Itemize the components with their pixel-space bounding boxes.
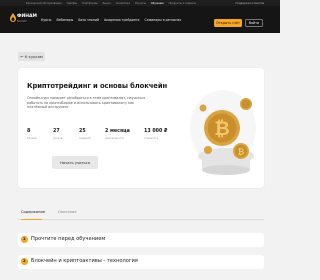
stat-label: блоков: [27, 136, 37, 140]
topbar-link[interactable]: Платформы: [82, 2, 98, 5]
topbar-link[interactable]: Рынок: [103, 2, 111, 5]
topbar-link-active[interactable]: Обучение: [151, 2, 164, 5]
section-title: Прочтите перед обучением: [31, 235, 106, 242]
stat-lessons: 27 уроков: [53, 129, 62, 140]
nav-item-knowledge-base[interactable]: База знаний: [78, 18, 99, 22]
stat-value: 27: [53, 129, 60, 134]
stat-value: 8: [27, 129, 31, 134]
nav-item-courses[interactable]: Курсы: [41, 18, 51, 22]
back-to-courses-button[interactable]: ← К курсам: [18, 52, 45, 61]
svg-text:₿: ₿: [214, 118, 229, 140]
stat-label: длительность: [105, 136, 125, 140]
section-number-badge: 2: [21, 258, 28, 265]
stat-tasks: 25 заданий: [79, 129, 90, 140]
section-row[interactable]: 1 Прочтите перед обучением: [18, 233, 264, 247]
stat-label: стоимость: [144, 136, 159, 140]
topbar-link[interactable]: Ресурсы: [135, 2, 146, 5]
topbar-link[interactable]: Аналитика: [116, 2, 130, 5]
content-tabs: Содержание Описание: [18, 208, 264, 220]
login-button[interactable]: Войти: [245, 19, 263, 27]
stat-value: 13 000 ₽: [144, 129, 168, 134]
stat-label: уроков: [53, 136, 63, 140]
logo-subtitle: БРОКЕР: [17, 20, 27, 23]
tab-contents[interactable]: Содержание: [21, 210, 45, 214]
nav-item-webinars[interactable]: Вебинары: [56, 18, 73, 22]
course-card: Криптотрейдинг и основы блокчейн Онлайн-…: [18, 68, 264, 188]
start-learning-button[interactable]: Начать учиться: [52, 156, 98, 169]
stat-value: 2 месяца: [105, 129, 130, 134]
course-title: Криптотрейдинг и основы блокчейн: [27, 82, 168, 90]
stat-duration: 2 месяца длительность: [105, 129, 130, 140]
finam-logo-icon: [10, 13, 16, 22]
stat-price: 13 000 ₽ стоимость: [144, 129, 167, 140]
stat-blocks: 8 блоков: [27, 129, 37, 140]
main-nav: Курсы Вебинары База знаний Академия трей…: [41, 18, 181, 22]
main-header: ФИНАМ БРОКЕР Курсы Вебинары База знаний …: [0, 6, 280, 33]
course-stats: 8 блоков 27 уроков 25 заданий 2 месяца д…: [27, 129, 182, 146]
topbar-link[interactable]: Продукты и сервисы: [169, 2, 196, 5]
nav-item-seminars[interactable]: Семинары в регионах: [145, 18, 182, 22]
bitcoin-coins-icon: ₿ ₿: [190, 90, 256, 175]
topbar-support-link[interactable]: Поддержка клиентов: [236, 2, 280, 5]
section-title: Блокчейн и криптоактивы - технология: [31, 257, 138, 264]
topbar-link[interactable]: Тарифы: [67, 2, 77, 5]
svg-text:₿: ₿: [238, 148, 245, 157]
logo[interactable]: ФИНАМ БРОКЕР: [10, 13, 37, 29]
topbar-link[interactable]: Брокерский обслуживание: [26, 2, 62, 5]
logo-text: ФИНАМ: [17, 14, 37, 19]
open-account-button[interactable]: Открыть счёт: [214, 19, 242, 27]
nav-item-academy[interactable]: Академия трейдинга: [104, 18, 140, 22]
section-number-badge: 1: [21, 236, 28, 243]
active-tab-indicator: [21, 219, 42, 220]
section-row[interactable]: 2 Блокчейн и криптоактивы - технология: [18, 255, 264, 269]
stat-label: заданий: [79, 136, 91, 140]
tab-description[interactable]: Описание: [58, 210, 77, 214]
course-description: Онлайн-курс поможет разобраться в теме к…: [27, 96, 146, 110]
stat-value: 25: [79, 129, 86, 134]
